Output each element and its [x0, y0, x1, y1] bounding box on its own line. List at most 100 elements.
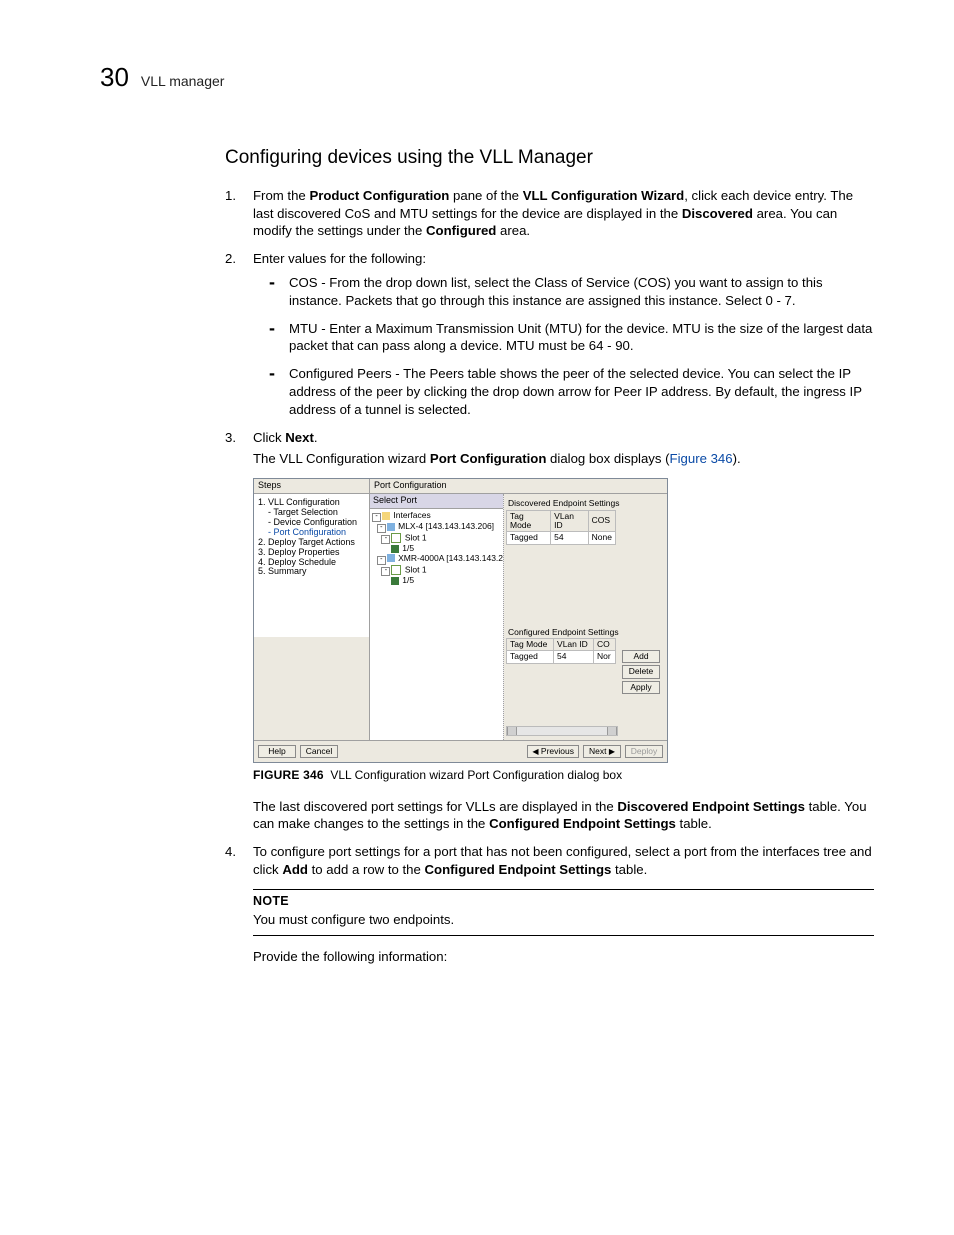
figure-346: Steps 1. VLL Configuration - Target Sele…	[253, 478, 874, 763]
select-port-pane: Select Port - Interfaces - MLX-4 [143.14…	[370, 494, 504, 739]
tree-port[interactable]: 1/5	[402, 575, 414, 585]
note-label: NOTE	[253, 893, 874, 910]
step-2-list: COS - From the drop down list, select th…	[253, 274, 874, 419]
list-item: COS - From the drop down list, select th…	[275, 274, 874, 310]
table-row[interactable]: Tagged 54 Nor	[507, 651, 616, 663]
text: to add a row to the	[308, 862, 425, 877]
list-item: MTU - Enter a Maximum Transmission Unit …	[275, 320, 874, 356]
tree-slot[interactable]: Slot 1	[405, 532, 427, 542]
instruction-list: From the Product Configuration pane of t…	[225, 187, 874, 966]
term: Next	[285, 430, 314, 445]
settings-pane: Discovered Endpoint Settings Tag Mode VL…	[504, 494, 667, 739]
table-row[interactable]: Tagged 54 None	[507, 532, 616, 544]
configured-settings-title: Configured Endpoint Settings	[506, 627, 665, 638]
port-icon	[391, 577, 399, 585]
col-header[interactable]: Tag Mode	[507, 638, 554, 650]
deploy-button: Deploy	[625, 745, 663, 759]
text: The VLL Configuration wizard	[253, 451, 430, 466]
discovered-settings-title: Discovered Endpoint Settings	[506, 498, 665, 509]
apply-button[interactable]: Apply	[622, 681, 660, 694]
provide-info-line: Provide the following information:	[253, 948, 874, 966]
steps-list: 1. VLL Configuration - Target Selection …	[254, 494, 369, 637]
col-header[interactable]: Tag Mode	[507, 510, 551, 532]
col-header[interactable]: VLan ID	[554, 638, 594, 650]
note-text: You must configure two endpoints.	[253, 911, 874, 929]
text: The last discovered port settings for VL…	[253, 799, 617, 814]
col-header[interactable]: COS	[588, 510, 615, 532]
text: ).	[733, 451, 741, 466]
steps-pane: Steps 1. VLL Configuration - Target Sele…	[254, 479, 370, 739]
tree-device[interactable]: MLX-4 [143.143.143.206]	[398, 521, 494, 531]
chapter-title: VLL manager	[141, 72, 225, 91]
term: Add	[282, 862, 308, 877]
step-4: To configure port settings for a port th…	[195, 843, 874, 965]
figure-caption-text: VLL Configuration wizard Port Configurat…	[330, 768, 622, 782]
select-port-header: Select Port	[370, 494, 503, 509]
chevron-left-icon: ◀	[532, 747, 538, 756]
page-header: 30 VLL manager	[100, 60, 874, 95]
text: area.	[496, 223, 530, 238]
figure-label: FIGURE 346	[253, 768, 324, 782]
cell: 54	[551, 532, 589, 544]
slot-icon	[391, 533, 401, 543]
device-icon	[387, 523, 395, 531]
tree-device[interactable]: XMR-4000A [143.143.143.204]	[398, 553, 503, 563]
cell: Tagged	[507, 532, 551, 544]
step-2-intro: Enter values for the following:	[253, 251, 426, 266]
term: Configured	[426, 223, 496, 238]
previous-button[interactable]: ◀ Previous	[527, 745, 579, 759]
section-title: Configuring devices using the VLL Manage…	[225, 145, 874, 171]
term: Configured Endpoint Settings	[425, 862, 612, 877]
tree-slot[interactable]: Slot 1	[405, 564, 427, 574]
tree-root[interactable]: Interfaces	[393, 510, 430, 520]
term: Port Configuration	[430, 451, 546, 466]
figure-link[interactable]: Figure 346	[670, 451, 733, 466]
discovered-settings-table: Tag Mode VLan ID COS Tagged 54 Non	[506, 510, 616, 545]
cell: None	[588, 532, 615, 544]
col-header[interactable]: VLan ID	[551, 510, 589, 532]
cell: Nor	[594, 651, 616, 663]
text: table.	[676, 816, 712, 831]
help-button[interactable]: Help	[258, 745, 296, 759]
chapter-number: 30	[100, 60, 129, 95]
term: Product Configuration	[309, 188, 449, 203]
list-item: Configured Peers - The Peers table shows…	[275, 365, 874, 418]
cancel-button[interactable]: Cancel	[300, 745, 338, 759]
add-button[interactable]: Add	[622, 650, 660, 663]
steps-header: Steps	[254, 479, 369, 494]
term: Configured Endpoint Settings	[489, 816, 676, 831]
step-3: Click Next. The VLL Configuration wizard…	[225, 429, 874, 834]
next-button[interactable]: Next ▶	[583, 745, 621, 759]
figure-caption: FIGURE 346 VLL Configuration wizard Port…	[253, 767, 874, 783]
folder-icon	[382, 512, 390, 520]
step-2: Enter values for the following: COS - Fr…	[225, 250, 874, 419]
slot-icon	[391, 565, 401, 575]
text: From the	[253, 188, 309, 203]
term: Discovered Endpoint Settings	[617, 799, 805, 814]
device-icon	[387, 554, 395, 562]
port-config-header: Port Configuration	[370, 479, 667, 494]
text: table.	[611, 862, 647, 877]
after-figure-paragraph: The last discovered port settings for VL…	[253, 798, 874, 834]
cell: 54	[554, 651, 594, 663]
note-block: NOTE You must configure two endpoints.	[253, 889, 874, 936]
chevron-right-icon: ▶	[609, 747, 615, 756]
configured-settings-table: Tag Mode VLan ID CO Tagged 54	[506, 638, 616, 664]
col-header[interactable]: CO	[594, 638, 616, 650]
step-1: From the Product Configuration pane of t…	[225, 187, 874, 240]
term: Discovered	[682, 206, 753, 221]
horizontal-scrollbar[interactable]	[506, 726, 618, 736]
label: Next	[589, 746, 606, 756]
cell: Tagged	[507, 651, 554, 663]
text: Click	[253, 430, 285, 445]
label: Previous	[541, 746, 574, 756]
text: .	[314, 430, 318, 445]
dialog-footer: Help Cancel ◀ Previous Next ▶ Deploy	[254, 740, 667, 763]
text: pane of the	[449, 188, 522, 203]
step-item[interactable]: 5. Summary	[256, 567, 367, 577]
delete-button[interactable]: Delete	[622, 665, 660, 678]
step-3-paragraph: The VLL Configuration wizard Port Config…	[253, 450, 874, 468]
port-configuration-dialog: Steps 1. VLL Configuration - Target Sele…	[253, 478, 668, 763]
interfaces-tree[interactable]: - Interfaces - MLX-4 [143.143.143.206] -…	[370, 509, 503, 740]
text: dialog box displays (	[546, 451, 669, 466]
